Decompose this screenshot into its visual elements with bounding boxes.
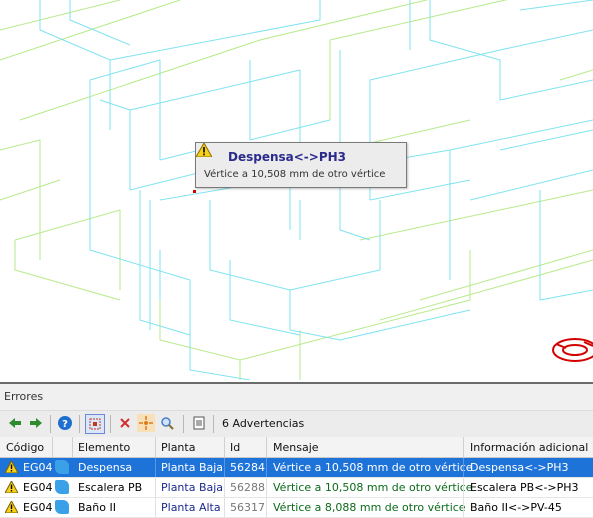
toolbar-separator xyxy=(183,415,184,433)
cell-planta: Planta Baja xyxy=(161,481,224,494)
errors-toolbar: ? 6 Advertencias xyxy=(0,410,593,438)
table-row[interactable]: EG04 Baño II Planta Alta 56317 Vértice a… xyxy=(0,498,593,518)
panel-title: Errores xyxy=(4,390,44,403)
zoom-icon[interactable] xyxy=(158,414,176,432)
wireframe-model xyxy=(0,0,593,380)
center-view-icon[interactable] xyxy=(137,414,155,432)
cell-elemento: Escalera PB xyxy=(78,481,143,494)
cell-mensaje: Vértice a 10,508 mm de otro vértice xyxy=(273,481,473,494)
report-icon[interactable] xyxy=(190,414,208,432)
toolbar-separator xyxy=(213,415,214,433)
warning-icon xyxy=(5,481,18,493)
column-header-planta[interactable]: Planta xyxy=(161,441,195,454)
tooltip-title: Despensa<->PH3 xyxy=(228,150,347,164)
grid-header: Código Elemento Planta Id Mensaje Inform… xyxy=(0,437,593,458)
tooltip-message: Vértice a 10,508 mm de otro vértice xyxy=(204,169,386,180)
column-header-codigo[interactable]: Código xyxy=(6,441,44,454)
flag-icon xyxy=(55,500,69,514)
help-icon[interactable]: ? xyxy=(56,414,74,432)
3d-viewport[interactable]: Despensa<->PH3 Vértice a 10,508 mm de ot… xyxy=(0,0,593,380)
cell-info: Despensa<->PH3 xyxy=(470,461,569,474)
errors-panel: Errores ? 6 Advertencias Código Elemento… xyxy=(0,382,593,518)
toolbar-separator xyxy=(110,415,111,433)
column-header-id[interactable]: Id xyxy=(230,441,240,454)
flag-icon xyxy=(55,460,69,474)
cell-planta: Planta Baja xyxy=(161,461,224,474)
flag-icon xyxy=(55,480,69,494)
table-row[interactable]: EG04 Despensa Planta Baja 56284 Vértice … xyxy=(0,458,593,478)
cell-elemento: Despensa xyxy=(78,461,133,474)
cell-info: Baño II<->PV-45 xyxy=(470,501,562,514)
cell-mensaje: Vértice a 10,508 mm de otro vértice xyxy=(273,461,473,474)
cell-mensaje: Vértice a 8,088 mm de otro vértice xyxy=(273,501,466,514)
toolbar-separator xyxy=(50,415,51,433)
previous-icon[interactable] xyxy=(6,414,24,432)
column-header-info[interactable]: Información adicional xyxy=(470,441,588,454)
cell-codigo: EG04 xyxy=(23,501,53,514)
warning-icon xyxy=(5,461,18,473)
cell-planta: Planta Alta xyxy=(161,501,221,514)
cell-id: 56284 xyxy=(230,461,265,474)
vertex-marker xyxy=(193,190,196,193)
table-row[interactable]: EG04 Escalera PB Planta Baja 56288 Vérti… xyxy=(0,478,593,498)
cell-id: 56288 xyxy=(230,481,265,494)
column-header-elemento[interactable]: Elemento xyxy=(78,441,130,454)
svg-text:?: ? xyxy=(62,419,68,430)
cell-codigo: EG04 xyxy=(23,481,53,494)
warning-icon xyxy=(196,143,212,157)
delete-icon[interactable] xyxy=(116,414,134,432)
next-icon[interactable] xyxy=(27,414,45,432)
cell-elemento: Baño II xyxy=(78,501,116,514)
column-header-mensaje[interactable]: Mensaje xyxy=(273,441,319,454)
warnings-count: 6 Advertencias xyxy=(222,417,305,430)
warning-tooltip: Despensa<->PH3 Vértice a 10,508 mm de ot… xyxy=(195,142,407,188)
cell-id: 56317 xyxy=(230,501,265,514)
cell-info: Escalera PB<->PH3 xyxy=(470,481,579,494)
warning-icon xyxy=(5,501,18,513)
select-elements-icon[interactable] xyxy=(85,414,105,434)
toolbar-separator xyxy=(79,415,80,433)
cell-codigo: EG04 xyxy=(23,461,53,474)
